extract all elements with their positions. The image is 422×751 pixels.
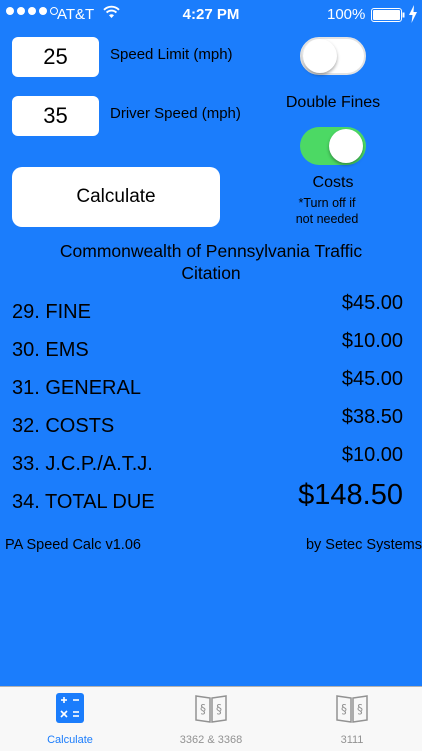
tab-calculate[interactable]: Calculate [0,687,140,751]
calculate-button[interactable]: Calculate [12,167,220,227]
developer-credit: by Setec Systems [305,537,422,553]
tab-label-3111: 3111 [340,734,364,746]
battery-icon [371,8,405,22]
fee-value-jcp-atj: $10.00 [341,444,403,466]
status-bar: AT&T 4:27 PM 100% [0,0,422,30]
speed-limit-input[interactable]: 25 [12,37,99,77]
svg-text:§: § [357,702,363,716]
costs-note-line2: not needed [295,212,359,226]
app-version: PA Speed Calc v1.06 [5,537,141,553]
driver-speed-label: Driver Speed (mph) [110,105,241,122]
tab-bar: Calculate § § 3362 & 3368 § § 3111 [0,686,422,751]
costs-label: Costs [312,174,354,191]
fee-value-general: $45.00 [341,368,403,390]
costs-note-line1: *Turn off if [298,196,356,210]
tab-3111[interactable]: § § 3111 [282,687,422,751]
speed-limit-label: Speed Limit (mph) [110,46,233,63]
battery-percent: 100% [327,6,366,23]
svg-text:§: § [200,702,206,716]
tab-label-calculate: Calculate [47,734,93,746]
fee-value-fine: $45.00 [341,292,403,314]
fee-value-costs: $38.50 [341,406,403,428]
tab-label-3362-3368: 3362 & 3368 [179,734,243,746]
fee-label-general: 31. GENERAL [12,377,141,399]
fee-label-fine: 29. FINE [12,301,91,323]
fee-value-ems: $10.00 [341,330,403,352]
double-fines-toggle[interactable] [300,37,366,75]
toggle-knob [329,129,363,163]
toggle-knob [303,39,337,73]
charging-bolt-icon [409,5,417,23]
fee-label-costs: 32. COSTS [12,415,115,437]
tab-3362-3368[interactable]: § § 3362 & 3368 [141,687,281,751]
citation-title: Commonwealth of Pennsylvania Traffic Cit… [0,240,422,284]
citation-title-line2: Citation [181,263,241,283]
fee-label-ems: 30. EMS [12,339,89,361]
calculator-icon [56,693,84,723]
double-fines-label: Double Fines [285,94,381,111]
svg-text:§: § [216,702,222,716]
costs-toggle[interactable] [300,127,366,165]
citation-title-line1: Commonwealth of Pennsylvania Traffic [59,241,363,261]
driver-speed-input[interactable]: 35 [12,96,99,136]
law-book-icon: § § [195,695,227,723]
svg-text:§: § [341,702,347,716]
fee-label-jcp-atj: 33. J.C.P./A.T.J. [12,453,153,475]
total-due-label: 34. TOTAL DUE [12,491,155,513]
total-due-value: $148.50 [298,479,403,511]
law-book-icon: § § [336,695,368,723]
